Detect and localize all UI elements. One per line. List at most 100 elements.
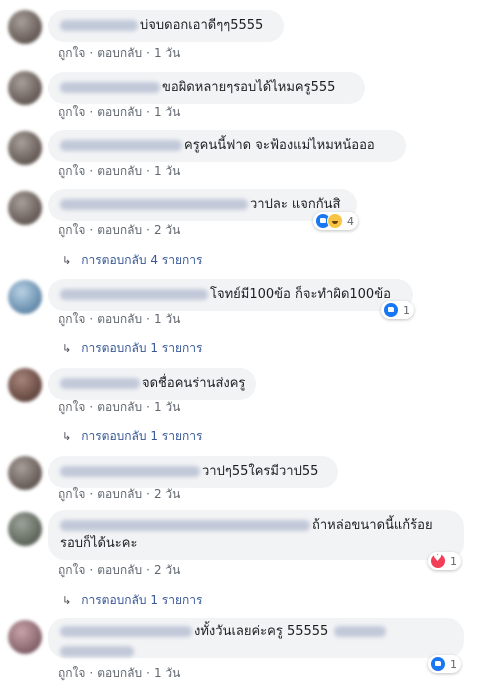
reply-link[interactable]: ตอบกลับ bbox=[97, 164, 142, 178]
avatar[interactable] bbox=[8, 456, 42, 490]
commenter-name[interactable] bbox=[60, 140, 182, 151]
comment-actions: ถูกใจ · ตอบกลับ · 1 วัน bbox=[58, 665, 180, 681]
separator: · bbox=[146, 46, 150, 60]
comment-actions: ถูกใจ · ตอบกลับ · 1 วัน bbox=[58, 311, 180, 327]
commenter-name[interactable] bbox=[60, 199, 248, 210]
reply-link[interactable]: ตอบกลับ bbox=[97, 223, 142, 237]
comment-bubble: งทั้งวันเลยค่ะครู 55555 bbox=[48, 618, 464, 658]
like-link[interactable]: ถูกใจ bbox=[58, 400, 85, 414]
view-replies-link[interactable]: ↳ การตอบกลับ 4 รายการ bbox=[62, 252, 202, 269]
comment-bubble: วาปละ แจกกันสิ bbox=[48, 189, 357, 221]
avatar[interactable] bbox=[8, 280, 42, 314]
reply-link[interactable]: ตอบกลับ bbox=[97, 563, 142, 577]
blurred-text bbox=[334, 626, 387, 637]
avatar[interactable] bbox=[8, 191, 42, 225]
comment-text: งทั้งวันเลยค่ะครู 55555 bbox=[194, 624, 329, 639]
like-link[interactable]: ถูกใจ bbox=[58, 666, 85, 680]
reply-arrow-icon: ↳ bbox=[62, 594, 72, 607]
like-icon bbox=[383, 302, 399, 318]
comment-bubble: ขอผิดหลายๆรอบได้ไหมครู555 bbox=[48, 72, 365, 104]
separator: · bbox=[89, 666, 94, 680]
separator: · bbox=[146, 164, 150, 178]
reply-link[interactable]: ตอบกลับ bbox=[97, 666, 142, 680]
comment-actions: ถูกใจ · ตอบกลับ · 2 วัน bbox=[58, 222, 180, 238]
separator: · bbox=[146, 223, 150, 237]
reply-link[interactable]: ตอบกลับ bbox=[97, 400, 142, 414]
comment-text-line2: รอบก็ได้นะคะ bbox=[60, 536, 138, 551]
reply-link[interactable]: ตอบกลับ bbox=[97, 46, 142, 60]
reactions-badge[interactable]: 1 bbox=[428, 552, 461, 570]
like-link[interactable]: ถูกใจ bbox=[58, 164, 85, 178]
commenter-name[interactable] bbox=[60, 378, 140, 389]
comment-actions: ถูกใจ · ตอบกลับ · 1 วัน bbox=[58, 163, 180, 179]
timestamp[interactable]: 2 วัน bbox=[154, 487, 180, 501]
reactions-badge[interactable]: 4 bbox=[313, 212, 358, 230]
comment-bubble: ครูคนนี้ฟาด จะฟ้องแม่ไหมหน้อออ bbox=[48, 130, 406, 162]
view-replies-link[interactable]: ↳ การตอบกลับ 1 รายการ bbox=[62, 340, 202, 357]
commenter-name[interactable] bbox=[60, 520, 310, 531]
timestamp[interactable]: 2 วัน bbox=[154, 563, 180, 577]
reaction-count: 1 bbox=[450, 657, 457, 671]
separator: · bbox=[89, 487, 94, 501]
commenter-name[interactable] bbox=[60, 626, 192, 637]
comment-actions: ถูกใจ · ตอบกลับ · 1 วัน bbox=[58, 45, 180, 61]
commenter-name[interactable] bbox=[60, 82, 160, 93]
blurred-text bbox=[60, 646, 134, 657]
timestamp[interactable]: 1 วัน bbox=[154, 105, 180, 119]
like-link[interactable]: ถูกใจ bbox=[58, 105, 85, 119]
love-icon bbox=[430, 553, 446, 569]
separator: · bbox=[89, 223, 94, 237]
commenter-name[interactable] bbox=[60, 466, 200, 477]
reactions-badge[interactable]: 1 bbox=[381, 301, 414, 319]
commenter-name[interactable] bbox=[60, 20, 138, 31]
avatar[interactable] bbox=[8, 131, 42, 165]
comment-text: ขอผิดหลายๆรอบได้ไหมครู555 bbox=[162, 80, 336, 95]
like-link[interactable]: ถูกใจ bbox=[58, 487, 85, 501]
separator: · bbox=[89, 563, 94, 577]
like-icon bbox=[430, 656, 446, 672]
separator: · bbox=[89, 164, 94, 178]
comment-bubble: บ่จบดอกเอาดีๆๆ5555 bbox=[48, 10, 284, 42]
timestamp[interactable]: 1 วัน bbox=[154, 312, 180, 326]
separator: · bbox=[146, 487, 150, 501]
reply-arrow-icon: ↳ bbox=[62, 254, 72, 267]
view-replies-link[interactable]: ↳ การตอบกลับ 1 รายการ bbox=[62, 592, 202, 609]
reactions-badge[interactable]: 1 bbox=[428, 655, 461, 673]
separator: · bbox=[89, 46, 94, 60]
comment-text: จดชื่อคนร่านส่งครู bbox=[142, 376, 246, 391]
avatar[interactable] bbox=[8, 512, 42, 546]
like-link[interactable]: ถูกใจ bbox=[58, 223, 85, 237]
avatar[interactable] bbox=[8, 620, 42, 654]
comment-text: วาปๆ55ใครมีวาป55 bbox=[202, 464, 319, 479]
view-replies-link[interactable]: ↳ การตอบกลับ 1 รายการ bbox=[62, 428, 202, 445]
separator: · bbox=[89, 105, 94, 119]
comment-actions: ถูกใจ · ตอบกลับ · 2 วัน bbox=[58, 486, 180, 502]
timestamp[interactable]: 1 วัน bbox=[154, 46, 180, 60]
reply-link[interactable]: ตอบกลับ bbox=[97, 312, 142, 326]
avatar[interactable] bbox=[8, 10, 42, 44]
replies-count-label: การตอบกลับ 1 รายการ bbox=[81, 593, 203, 607]
comment-text: โจทย์มี100ข้อ ก็จะทำผิด100ข้อ bbox=[210, 287, 391, 302]
timestamp[interactable]: 1 วัน bbox=[154, 164, 180, 178]
reply-link[interactable]: ตอบกลับ bbox=[97, 487, 142, 501]
commenter-name[interactable] bbox=[60, 289, 208, 300]
comment-actions: ถูกใจ · ตอบกลับ · 2 วัน bbox=[58, 562, 180, 578]
comment-text-line1: ถ้าหล่อขนาดนี้แก้ร้อย bbox=[312, 518, 433, 533]
comment-bubble: โจทย์มี100ข้อ ก็จะทำผิด100ข้อ bbox=[48, 279, 413, 311]
comment-actions: ถูกใจ · ตอบกลับ · 1 วัน bbox=[58, 399, 180, 415]
like-link[interactable]: ถูกใจ bbox=[58, 46, 85, 60]
avatar[interactable] bbox=[8, 71, 42, 105]
separator: · bbox=[146, 400, 150, 414]
comment-text: วาปละ แจกกันสิ bbox=[250, 197, 341, 212]
replies-count-label: การตอบกลับ 4 รายการ bbox=[81, 253, 203, 267]
comment-bubble: จดชื่อคนร่านส่งครู bbox=[48, 368, 256, 400]
like-link[interactable]: ถูกใจ bbox=[58, 312, 85, 326]
timestamp[interactable]: 1 วัน bbox=[154, 666, 180, 680]
timestamp[interactable]: 1 วัน bbox=[154, 400, 180, 414]
timestamp[interactable]: 2 วัน bbox=[154, 223, 180, 237]
reply-link[interactable]: ตอบกลับ bbox=[97, 105, 142, 119]
like-link[interactable]: ถูกใจ bbox=[58, 563, 85, 577]
replies-count-label: การตอบกลับ 1 รายการ bbox=[81, 429, 203, 443]
haha-icon bbox=[327, 213, 343, 229]
avatar[interactable] bbox=[8, 368, 42, 402]
